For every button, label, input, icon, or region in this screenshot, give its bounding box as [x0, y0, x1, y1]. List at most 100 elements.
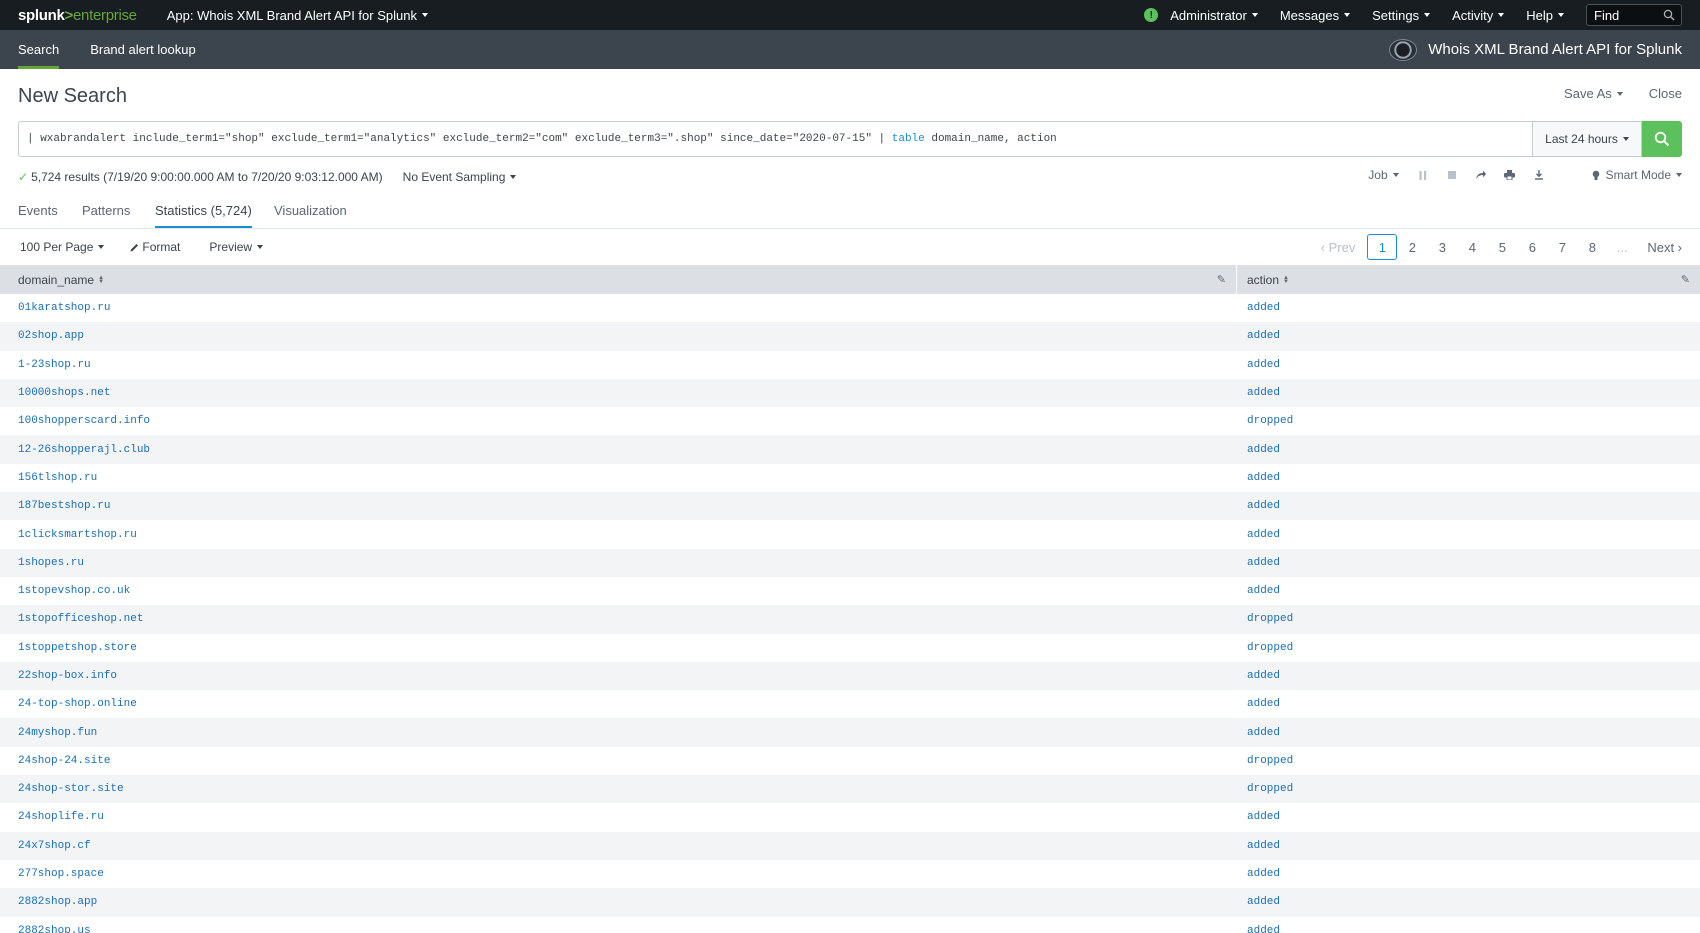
- tab-patterns[interactable]: Patterns: [82, 203, 130, 218]
- cell-action[interactable]: added: [1237, 670, 1700, 682]
- cell-action[interactable]: added: [1237, 557, 1700, 569]
- menu-settings[interactable]: Settings: [1372, 8, 1431, 23]
- search-button[interactable]: [1642, 121, 1682, 157]
- next-page-button[interactable]: Next ›: [1647, 240, 1682, 255]
- page-7[interactable]: 7: [1547, 234, 1577, 260]
- format-button[interactable]: Format: [130, 240, 180, 254]
- event-sampling-dropdown[interactable]: No Event Sampling: [403, 170, 517, 184]
- cell-domain-name[interactable]: 10000shops.net: [0, 387, 1237, 399]
- cell-domain-name[interactable]: 100shopperscard.info: [0, 415, 1237, 427]
- cell-domain-name[interactable]: 24-top-shop.online: [0, 698, 1237, 710]
- find-input[interactable]: Find: [1586, 4, 1682, 26]
- app-menu[interactable]: App: Whois XML Brand Alert API for Splun…: [167, 8, 428, 23]
- page-1[interactable]: 1: [1367, 234, 1398, 260]
- cell-action[interactable]: added: [1237, 585, 1700, 597]
- pause-icon[interactable]: [1417, 169, 1429, 181]
- cell-domain-name[interactable]: 1-23shop.ru: [0, 359, 1237, 371]
- cell-action[interactable]: added: [1237, 698, 1700, 710]
- cell-action[interactable]: added: [1237, 868, 1700, 880]
- preview-dropdown[interactable]: Preview: [209, 240, 264, 254]
- success-check-icon: ✓: [18, 170, 29, 184]
- cell-domain-name[interactable]: 1shopes.ru: [0, 557, 1237, 569]
- cell-domain-name[interactable]: 1clicksmartshop.ru: [0, 529, 1237, 541]
- page-3[interactable]: 3: [1427, 234, 1457, 260]
- cell-domain-name[interactable]: 2882shop.app: [0, 896, 1237, 908]
- close-button[interactable]: Close: [1649, 86, 1682, 101]
- search-icon: [1654, 131, 1670, 147]
- cell-domain-name[interactable]: 22shop-box.info: [0, 670, 1237, 682]
- cell-action[interactable]: added: [1237, 500, 1700, 512]
- column-header-domain-name[interactable]: domain_name ▲ ▼ ✎: [0, 265, 1237, 294]
- pencil-icon: [130, 243, 139, 251]
- page-5[interactable]: 5: [1487, 234, 1517, 260]
- cell-action[interactable]: added: [1237, 302, 1700, 314]
- cell-domain-name[interactable]: 24shop-24.site: [0, 755, 1237, 767]
- cell-domain-name[interactable]: 02shop.app: [0, 330, 1237, 342]
- cell-domain-name[interactable]: 156tlshop.ru: [0, 472, 1237, 484]
- cell-action[interactable]: added: [1237, 359, 1700, 371]
- cell-domain-name[interactable]: 1stopofficeshop.net: [0, 613, 1237, 625]
- per-page-dropdown[interactable]: 100 Per Page: [20, 240, 105, 254]
- export-icon[interactable]: [1533, 169, 1545, 181]
- sampling-label: No Event Sampling: [402, 170, 506, 184]
- nav-brand-alert-lookup[interactable]: Brand alert lookup: [77, 30, 209, 69]
- menu-help[interactable]: Help: [1526, 8, 1564, 23]
- page-4[interactable]: 4: [1457, 234, 1487, 260]
- menu-administrator[interactable]: Administrator: [1170, 8, 1258, 23]
- nav-search[interactable]: Search: [5, 30, 72, 69]
- cell-domain-name[interactable]: 187bestshop.ru: [0, 500, 1237, 512]
- cell-domain-name[interactable]: 24shoplife.ru: [0, 811, 1237, 823]
- cell-action[interactable]: added: [1237, 529, 1700, 541]
- format-label: Format: [142, 240, 181, 254]
- column-header-action[interactable]: action ▲ ▼ ✎: [1237, 265, 1700, 294]
- cell-action[interactable]: added: [1237, 472, 1700, 484]
- search-query-input[interactable]: | wxabrandalert include_term1="shop" exc…: [18, 121, 1532, 157]
- table-row: 100shopperscard.info dropped: [0, 407, 1700, 435]
- cell-action[interactable]: dropped: [1237, 783, 1700, 795]
- cell-action[interactable]: added: [1237, 925, 1700, 933]
- cell-action[interactable]: added: [1237, 330, 1700, 342]
- page-6[interactable]: 6: [1517, 234, 1547, 260]
- prev-page-button[interactable]: ‹ Prev: [1321, 240, 1356, 255]
- cell-domain-name[interactable]: 24shop-stor.site: [0, 783, 1237, 795]
- job-menu[interactable]: Job: [1368, 168, 1399, 182]
- cell-action[interactable]: dropped: [1237, 415, 1700, 427]
- save-as-button[interactable]: Save As: [1564, 86, 1623, 101]
- tab-visualization[interactable]: Visualization: [274, 203, 347, 218]
- table-row: 24shoplife.ru added: [0, 803, 1700, 831]
- page-8[interactable]: 8: [1577, 234, 1607, 260]
- cell-domain-name[interactable]: 1stoppetshop.store: [0, 642, 1237, 654]
- cell-domain-name[interactable]: 277shop.space: [0, 868, 1237, 880]
- stop-icon[interactable]: [1446, 169, 1458, 181]
- pencil-icon[interactable]: ✎: [1681, 273, 1690, 286]
- menu-activity[interactable]: Activity: [1452, 8, 1505, 23]
- cell-domain-name[interactable]: 01karatshop.ru: [0, 302, 1237, 314]
- cell-domain-name[interactable]: 2882shop.us: [0, 925, 1237, 933]
- cell-action[interactable]: added: [1237, 840, 1700, 852]
- page-2[interactable]: 2: [1397, 234, 1427, 260]
- cell-action[interactable]: added: [1237, 387, 1700, 399]
- print-icon[interactable]: [1504, 169, 1516, 181]
- share-icon[interactable]: [1475, 169, 1487, 181]
- cell-action[interactable]: added: [1237, 444, 1700, 456]
- cell-domain-name[interactable]: 24myshop.fun: [0, 727, 1237, 739]
- cell-action[interactable]: added: [1237, 896, 1700, 908]
- tab-events[interactable]: Events: [18, 203, 58, 218]
- pencil-icon[interactable]: ✎: [1217, 273, 1226, 286]
- cell-action[interactable]: added: [1237, 811, 1700, 823]
- menu-messages[interactable]: Messages: [1280, 8, 1351, 23]
- tab-statistics[interactable]: Statistics (5,724): [155, 203, 252, 228]
- search-mode-dropdown[interactable]: Smart Mode: [1592, 168, 1682, 182]
- cell-domain-name[interactable]: 24x7shop.cf: [0, 840, 1237, 852]
- health-status-icon[interactable]: !: [1144, 8, 1159, 22]
- chevron-down-icon: [510, 175, 517, 179]
- time-range-picker[interactable]: Last 24 hours: [1532, 121, 1642, 157]
- job-label: Job: [1368, 168, 1388, 182]
- cell-action[interactable]: dropped: [1237, 755, 1700, 767]
- cell-domain-name[interactable]: 1stopevshop.co.uk: [0, 585, 1237, 597]
- cell-action[interactable]: dropped: [1237, 642, 1700, 654]
- cell-action[interactable]: dropped: [1237, 613, 1700, 625]
- cell-domain-name[interactable]: 12-26shopperajl.club: [0, 444, 1237, 456]
- splunk-logo[interactable]: splunk>enterprise: [18, 7, 137, 24]
- cell-action[interactable]: added: [1237, 727, 1700, 739]
